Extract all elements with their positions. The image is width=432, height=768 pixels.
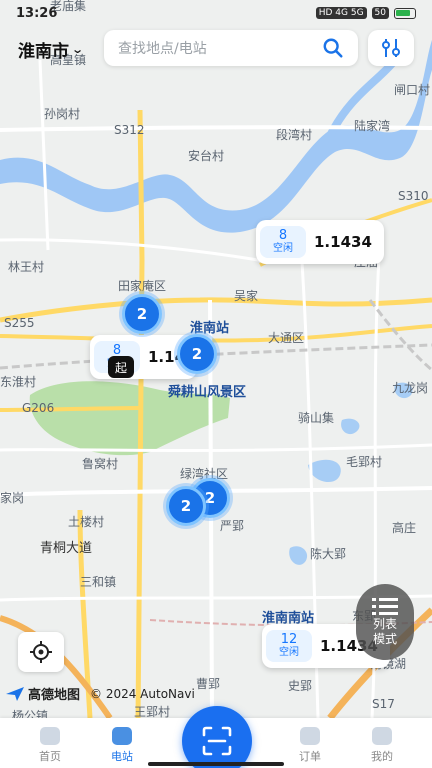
status-time: 13:26 <box>16 5 58 21</box>
map-place-label: 骑山集 <box>298 410 334 425</box>
map-place-label: G206 <box>22 401 54 415</box>
locate-button[interactable] <box>18 632 64 672</box>
city-name: 淮南市 <box>18 42 69 62</box>
tab-stations[interactable]: 电站 <box>92 722 152 764</box>
free-count-box: 8 空闲 <box>260 226 306 258</box>
map-place-label: 家岗 <box>0 490 24 505</box>
map-place-label: 安台村 <box>188 148 224 163</box>
station-price: 1.1434 <box>314 233 372 251</box>
free-count: 12 <box>280 632 298 647</box>
top-bar: 淮南市 ⌄ 查找地点/电站 <box>0 30 432 68</box>
map-place-label: 林王村 <box>8 260 44 274</box>
tab-label: 电站 <box>111 750 133 763</box>
status-network-icons: HD 4G 5G <box>315 7 367 19</box>
map-place-label: 严郢 <box>220 519 244 533</box>
tab-mine[interactable]: 我的 <box>352 722 412 764</box>
free-count: 8 <box>278 228 288 243</box>
status-icons: HD 4G 5G 50 <box>315 7 416 19</box>
map-place-label: 孙岗村 <box>44 107 80 121</box>
map-place-label: 高庄 <box>392 520 416 535</box>
tab-label: 我的 <box>371 750 393 763</box>
map-place-label: 吴家 <box>234 288 258 303</box>
city-selector[interactable]: 淮南市 ⌄ <box>18 37 85 62</box>
battery-icon <box>394 7 416 19</box>
scan-icon <box>202 726 232 756</box>
tab-home[interactable]: 首页 <box>20 722 80 764</box>
list-mode-label: 列表模式 <box>372 617 397 646</box>
home-icon <box>40 727 60 745</box>
map-brand: 高德地图 <box>28 688 81 703</box>
map-place-label: 东淮村 <box>0 375 36 389</box>
map-place-label: 曹郢 <box>196 677 220 691</box>
search-box[interactable]: 查找地点/电站 <box>104 30 358 66</box>
filter-button[interactable] <box>368 30 414 66</box>
scan-button[interactable] <box>182 706 252 768</box>
map-place-label: 陆家湾 <box>354 118 390 133</box>
map-place-label: 大通区 <box>268 331 304 345</box>
tab-label: 订单 <box>299 750 321 763</box>
map-place-label: 陈大郢 <box>310 546 346 561</box>
map-place-label: 土楼村 <box>68 514 104 529</box>
map-place-label: S17 <box>372 697 395 711</box>
map-place-label: 段湾村 <box>276 127 312 142</box>
profile-icon <box>372 727 392 745</box>
station-cluster[interactable]: 2 <box>122 294 162 334</box>
free-count-box: 12 空闲 <box>266 630 312 662</box>
amap-logo-icon <box>6 686 24 701</box>
battery-percent: 50 <box>371 7 389 19</box>
map-place-label: S255 <box>4 316 35 330</box>
free-label: 空闲 <box>279 647 299 658</box>
map-place-label: 青桐大道 <box>40 541 92 556</box>
list-icon <box>372 598 398 615</box>
search-icon[interactable] <box>322 37 344 59</box>
station-cluster[interactable]: 2 <box>166 486 206 526</box>
map-attribution: 高德地图 © 2024 AutoNavi <box>6 684 195 703</box>
map-place-label: S312 <box>114 123 145 137</box>
home-indicator <box>148 762 284 766</box>
station-cluster[interactable]: 2 <box>177 334 217 374</box>
crosshair-icon <box>30 641 52 663</box>
status-bar: 13:26 HD 4G 5G 50 <box>0 0 432 26</box>
tab-orders[interactable]: 订单 <box>280 722 340 764</box>
map-place-label: 田家庵区 <box>118 278 166 293</box>
map-place-label: S310 <box>398 189 429 203</box>
map-place-label: 舜耕山风景区 <box>168 384 246 400</box>
start-marker: 起 <box>108 356 134 378</box>
chevron-down-icon: ⌄ <box>71 43 85 56</box>
station-icon <box>112 727 132 745</box>
tab-label: 首页 <box>39 750 61 763</box>
free-label: 空闲 <box>273 243 293 254</box>
search-placeholder: 查找地点/电站 <box>118 41 207 57</box>
station-marker[interactable]: 8 空闲 1.1434 <box>256 220 384 264</box>
map-place-label: 王郢村 <box>134 705 170 719</box>
map-place-label: 史郢 <box>288 679 312 693</box>
list-mode-button[interactable]: 列表模式 <box>356 584 414 660</box>
map-place-label: 毛郢村 <box>346 455 382 469</box>
map-place-label: 九龙岗 <box>392 381 428 395</box>
map-place-label: 鲁窝村 <box>82 456 118 471</box>
map-place-label: 三和镇 <box>80 575 116 589</box>
orders-icon <box>300 727 320 745</box>
map-copyright: © 2024 AutoNavi <box>90 686 195 701</box>
filter-icon <box>382 39 400 57</box>
map-place-label: 闸口村 <box>394 83 430 97</box>
